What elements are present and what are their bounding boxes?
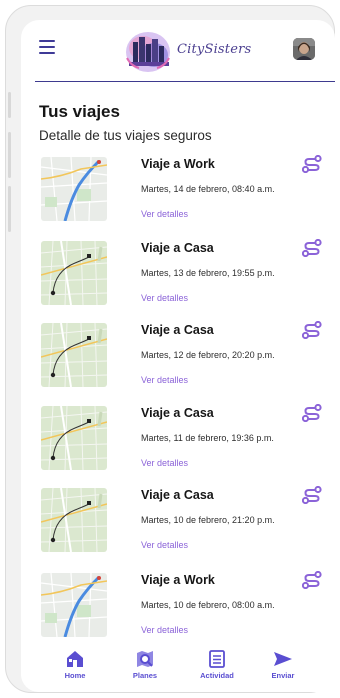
home-icon (67, 651, 83, 667)
trip-date: Martes, 10 de febrero, 21:20 p.m. (141, 515, 275, 525)
nav-home[interactable]: Home (45, 650, 105, 690)
route-map-icon (41, 241, 107, 305)
trip-item[interactable]: Viaje a Work Martes, 14 de febrero, 08:4… (21, 150, 335, 230)
trip-date: Martes, 10 de febrero, 08:00 a.m. (141, 600, 275, 610)
nav-label: Actividad (200, 671, 234, 680)
route-icon[interactable] (301, 320, 322, 340)
trip-date: Martes, 11 de febrero, 19:36 p.m. (141, 433, 274, 443)
trip-item[interactable]: Viaje a Casa Martes, 11 de febrero, 19:3… (21, 399, 335, 479)
route-map-icon (41, 323, 107, 387)
trip-map-thumbnail (41, 323, 107, 387)
nav-label: Enviar (271, 671, 295, 680)
city-map-icon (41, 157, 107, 221)
route-map-icon (41, 406, 107, 470)
page-subtitle: Detalle de tus viajes seguros (39, 128, 212, 143)
trip-map-thumbnail (41, 488, 107, 552)
trip-item[interactable]: Viaje a Casa Martes, 10 de febrero, 21:2… (21, 481, 335, 561)
trip-map-thumbnail (41, 241, 107, 305)
nav-activity[interactable]: Actividad (187, 650, 247, 690)
trip-title: Viaje a Casa (141, 323, 214, 337)
view-details-link[interactable]: Ver detalles (141, 375, 188, 385)
header-divider (35, 81, 335, 82)
trip-title: Viaje a Work (141, 157, 215, 171)
view-details-link[interactable]: Ver detalles (141, 625, 188, 635)
nav-label: Planes (132, 671, 158, 680)
view-details-link[interactable]: Ver detalles (141, 209, 188, 219)
app-screen: CitySisters Tus viajes Detalle de tus vi… (21, 20, 335, 692)
view-details-link[interactable]: Ver detalles (141, 458, 188, 468)
trip-title: Viaje a Casa (141, 488, 214, 502)
page-title: Tus viajes (39, 102, 120, 121)
trip-item[interactable]: Viaje a Work Martes, 10 de febrero, 08:0… (21, 566, 335, 646)
trip-map-thumbnail (41, 406, 107, 470)
trip-title: Viaje a Work (141, 573, 215, 587)
trip-map-thumbnail (41, 573, 107, 637)
trip-date: Martes, 12 de febrero, 20:20 p.m. (141, 350, 275, 360)
route-icon[interactable] (301, 485, 322, 505)
bottom-navigation: Home Planes Actividad Enviar (21, 648, 335, 692)
city-map-icon (41, 573, 107, 637)
trip-date: Martes, 14 de febrero, 08:40 a.m. (141, 184, 275, 194)
app-logo: CitySisters (121, 28, 251, 74)
side-button (8, 186, 11, 232)
nav-plans[interactable]: Planes (115, 650, 175, 690)
nav-send[interactable]: Enviar (253, 650, 313, 690)
side-button (8, 92, 11, 118)
trip-item[interactable]: Viaje a Casa Martes, 13 de febrero, 19:5… (21, 234, 335, 314)
phone-frame: CitySisters Tus viajes Detalle de tus vi… (5, 5, 335, 693)
nav-label: Home (64, 671, 86, 680)
route-icon[interactable] (301, 154, 322, 174)
user-photo-icon (293, 38, 315, 60)
map-search-icon (137, 651, 153, 667)
trip-item[interactable]: Viaje a Casa Martes, 12 de febrero, 20:2… (21, 316, 335, 396)
send-icon (274, 652, 292, 666)
trip-title: Viaje a Casa (141, 406, 214, 420)
side-button (8, 132, 11, 178)
trip-date: Martes, 13 de febrero, 19:55 p.m. (141, 268, 275, 278)
route-icon[interactable] (301, 238, 322, 258)
view-details-link[interactable]: Ver detalles (141, 540, 188, 550)
app-name: CitySisters (177, 42, 252, 57)
route-icon[interactable] (301, 403, 322, 423)
app-header: CitySisters (21, 20, 335, 82)
trip-map-thumbnail (41, 157, 107, 221)
route-map-icon (41, 488, 107, 552)
logo-emblem-icon (126, 32, 170, 72)
view-details-link[interactable]: Ver detalles (141, 293, 188, 303)
hamburger-menu-icon[interactable] (39, 40, 55, 54)
trip-title: Viaje a Casa (141, 241, 214, 255)
route-icon[interactable] (301, 570, 322, 590)
avatar[interactable] (293, 38, 315, 60)
list-icon (209, 650, 225, 668)
